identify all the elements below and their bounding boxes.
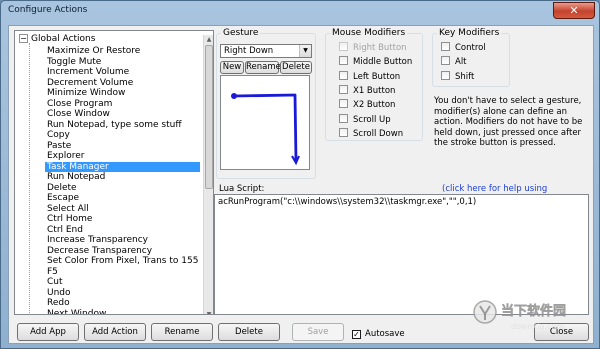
modifier-info-text: You don't have to select a gesture, modi… — [434, 96, 583, 148]
checkbox-icon[interactable] — [339, 70, 348, 80]
mouse-modifier-checkbox[interactable]: Scroll Up — [339, 113, 391, 125]
key-modifier-label: Control — [455, 43, 486, 53]
checkbox-icon[interactable] — [339, 84, 348, 94]
scroll-up-arrow-icon[interactable]: ▲ — [205, 36, 213, 44]
key-modifier-label: Alt — [455, 57, 467, 68]
key-modifier-checkbox[interactable]: Shift — [441, 70, 475, 82]
tree-item[interactable]: Select All — [45, 204, 200, 215]
gesture-preview-canvas — [220, 75, 310, 170]
tree-item[interactable]: Maximize Or Restore — [45, 46, 200, 57]
actions-tree[interactable]: − Global Actions Maximize Or Restore Toggl… — [14, 30, 214, 315]
tree-item[interactable]: Run Notepad, type some stuff — [45, 120, 200, 131]
tree-items: Maximize Or Restore Toggle Mute Increment … — [45, 46, 201, 315]
checkbox-icon[interactable] — [339, 42, 348, 51]
checkbox-icon[interactable] — [339, 113, 348, 123]
tree-item[interactable]: Decrement Volume — [45, 78, 200, 89]
lua-script-label: Lua Script: — [219, 184, 265, 194]
tree-item[interactable]: Ctrl Home — [45, 214, 200, 225]
tree-item[interactable]: Next Window — [45, 309, 200, 315]
mouse-modifier-label: Right Button — [353, 43, 407, 53]
scroll-down-arrow-icon[interactable]: ▼ — [205, 311, 213, 314]
tree-item[interactable]: Escape — [45, 193, 200, 204]
checkbox-icon[interactable] — [339, 56, 348, 66]
key-modifiers-legend: Key Modifiers — [439, 28, 500, 38]
mouse-modifier-checkbox[interactable]: Scroll Down — [339, 127, 404, 139]
svg-text:downxia.com: downxia.com — [511, 322, 564, 331]
gesture-dropdown[interactable]: Right Down ▼ — [220, 44, 312, 58]
rename-gesture-button[interactable]: Rename — [245, 61, 281, 74]
tree-item[interactable]: Toggle Mute — [45, 57, 200, 68]
mouse-modifier-checkbox[interactable]: Middle Button — [339, 56, 412, 67]
mouse-modifier-label: Left Button — [353, 71, 401, 82]
dropdown-arrow-icon[interactable]: ▼ — [299, 45, 311, 57]
tree-item[interactable]: Explorer — [45, 151, 200, 162]
tree-item[interactable]: F5 — [45, 267, 200, 278]
mouse-modifier-checkbox[interactable]: X2 Button — [339, 99, 395, 110]
checkbox-icon[interactable] — [441, 42, 450, 51]
mouse-modifiers-legend: Mouse Modifiers — [332, 28, 406, 38]
mouse-modifier-label: Middle Button — [353, 57, 413, 68]
tree-item[interactable]: Increase Transparency — [45, 235, 200, 246]
checkbox-icon[interactable] — [441, 56, 450, 66]
tree-item[interactable]: Increment Volume — [45, 67, 200, 78]
tree-item[interactable]: Ctrl End — [45, 225, 200, 236]
tree-item[interactable]: Paste — [45, 141, 200, 152]
configure-actions-window: Configure Actions ✕ − Global Actions Maxi… — [0, 0, 600, 349]
tree-root-label: Global Actions — [31, 34, 96, 44]
autosave-checkbox[interactable]: ✓ Autosave — [352, 329, 405, 339]
save-button[interactable]: Save — [292, 323, 344, 341]
mouse-modifier-label: X1 Button — [353, 85, 396, 96]
tree-item[interactable]: Task Manager — [45, 161, 201, 172]
window-title: Configure Actions — [8, 5, 88, 15]
rename-button[interactable]: Rename — [151, 323, 213, 341]
tree-item[interactable]: Redo — [45, 298, 200, 309]
tree-item[interactable]: Close Program — [45, 99, 200, 110]
collapse-icon[interactable]: − — [19, 34, 28, 43]
delete-button[interactable]: Delete — [218, 323, 280, 341]
tree-item[interactable]: Cut — [45, 277, 200, 288]
mouse-modifier-checkbox[interactable]: X1 Button — [339, 84, 396, 96]
checkbox-icon[interactable] — [441, 70, 450, 80]
tree-item[interactable]: Undo — [45, 288, 200, 299]
gesture-legend: Gesture — [223, 28, 259, 38]
window-close-button[interactable]: ✕ — [553, 2, 595, 19]
title-bar: Configure Actions ✕ — [1, 1, 599, 21]
mouse-modifier-label: X2 Button — [353, 100, 396, 111]
tree-item[interactable]: Set Color From Pixel, Trans to 155 — [45, 256, 200, 267]
tree-item[interactable]: Copy — [45, 130, 200, 141]
add-action-button[interactable]: Add Action — [84, 323, 146, 341]
mouse-modifier-label: Scroll Up — [353, 114, 391, 125]
svg-text:当下软件园: 当下软件园 — [501, 303, 566, 319]
watermark-icon: 当下软件园 downxia.com — [473, 300, 566, 331]
key-modifier-checkbox[interactable]: Alt — [441, 56, 467, 67]
checkbox-icon[interactable] — [339, 99, 348, 109]
key-modifier-label: Shift — [455, 71, 475, 82]
scrollbar-thumb[interactable] — [205, 45, 213, 189]
tree-item[interactable]: Delete — [45, 183, 200, 194]
tree-root-global-actions[interactable]: − Global Actions — [19, 34, 95, 44]
autosave-check-icon[interactable]: ✓ — [352, 330, 361, 339]
add-app-button[interactable]: Add App — [17, 323, 79, 341]
gesture-stroke-path — [232, 93, 298, 163]
mouse-modifier-label: Scroll Down — [353, 128, 404, 139]
tree-item[interactable]: Run Notepad — [45, 172, 200, 183]
mouse-modifier-checkbox[interactable]: Left Button — [339, 70, 401, 82]
tree-guide-line — [29, 43, 30, 314]
gesture-selected-value: Right Down — [224, 46, 274, 56]
delete-gesture-button[interactable]: Delete — [280, 61, 312, 74]
tree-item[interactable]: Close Window — [45, 109, 200, 120]
mouse-modifier-checkbox[interactable]: Right Button — [339, 42, 407, 53]
tree-scrollbar[interactable]: ▲ ▼ — [203, 35, 213, 314]
downxia-watermark-logo: 当下软件园 downxia.com — [471, 296, 586, 336]
key-modifier-checkbox[interactable]: Control — [441, 42, 486, 53]
tree-item[interactable]: Decrease Transparency — [45, 246, 200, 257]
new-gesture-button[interactable]: New — [220, 61, 244, 74]
tree-item[interactable]: Minimize Window — [45, 88, 200, 99]
checkbox-icon[interactable] — [339, 127, 348, 137]
autosave-label: Autosave — [365, 329, 405, 339]
gesture-stroke-drawing — [231, 93, 300, 166]
